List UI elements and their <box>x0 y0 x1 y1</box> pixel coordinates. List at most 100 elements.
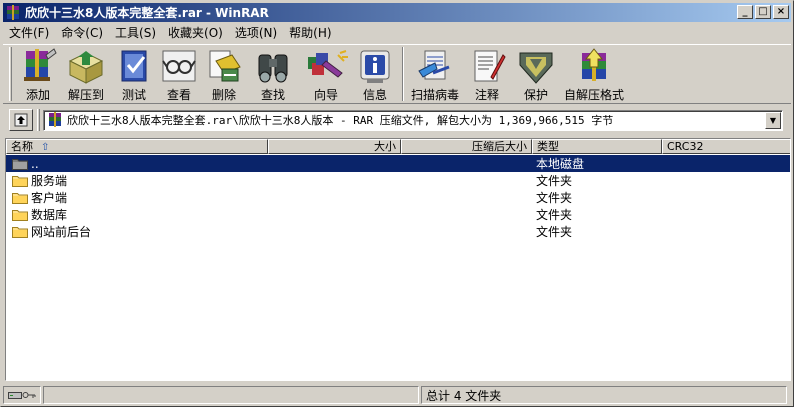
close-button[interactable]: × <box>773 5 789 19</box>
virus-scan-button[interactable]: 扫描病毒 <box>408 45 462 103</box>
row-type-cell: 文件夹 <box>536 225 573 239</box>
table-row[interactable]: 数据库 文件夹 <box>6 206 790 223</box>
menu-file[interactable]: 文件(F) <box>3 24 55 42</box>
menu-commands[interactable]: 命令(C) <box>55 24 109 42</box>
test-label: 测试 <box>121 88 146 102</box>
delete-button[interactable]: 删除 <box>202 45 246 103</box>
menu-tools[interactable]: 工具(S) <box>109 24 162 42</box>
extract-to-button[interactable]: 解压到 <box>61 45 111 103</box>
view-icon <box>162 50 196 82</box>
file-list[interactable]: 名称 ⇧ 大小 压缩后大小 类型 CRC32 .. 本地磁盘 服务端 文件夹 客… <box>5 138 791 381</box>
protect-button[interactable]: 保护 <box>512 45 560 103</box>
view-button[interactable]: 查看 <box>157 45 201 103</box>
protect-label: 保护 <box>523 88 548 102</box>
info-label: 信息 <box>362 88 387 102</box>
drive-icon <box>8 392 22 399</box>
window-title: 欣欣十三水8人版本完整全套.rar - WinRAR <box>25 6 269 20</box>
add-button[interactable]: 添加 <box>16 45 60 103</box>
status-selection-panel <box>43 386 419 404</box>
status-bar: 总计 4 文件夹 <box>3 385 791 405</box>
close-icon: × <box>776 6 786 17</box>
up-arrow-icon <box>14 113 28 127</box>
rar-archive-icon <box>49 112 61 127</box>
column-type-header[interactable]: 类型 <box>532 139 662 154</box>
address-bar: 欣欣十三水8人版本完整全套.rar\欣欣十三水8人版本 - RAR 压缩文件, … <box>3 107 791 133</box>
minimize-button[interactable]: _ <box>737 5 753 19</box>
comment-icon <box>474 50 506 82</box>
folder-icon <box>12 227 28 238</box>
find-button[interactable]: 查找 <box>247 45 299 103</box>
column-crc-header[interactable]: CRC32 <box>662 139 790 154</box>
menu-options[interactable]: 选项(N) <box>229 24 283 42</box>
column-packed-label: 压缩后大小 <box>472 140 527 153</box>
test-icon <box>121 50 147 82</box>
status-drive-panel[interactable] <box>3 386 41 404</box>
extract-to-label: 解压到 <box>67 88 104 102</box>
column-size-header[interactable]: 大小 <box>268 139 401 154</box>
info-icon <box>360 50 390 83</box>
find-label: 查找 <box>260 88 285 102</box>
folder-icon <box>12 193 28 204</box>
row-name: 客户端 <box>31 191 68 205</box>
add-archive-icon <box>24 48 57 81</box>
chevron-down-icon: ▼ <box>769 115 777 125</box>
virus-scan-label: 扫描病毒 <box>410 88 459 102</box>
column-packed-header[interactable]: 压缩后大小 <box>401 139 532 154</box>
address-grip[interactable] <box>37 109 40 131</box>
comment-button[interactable]: 注释 <box>463 45 511 103</box>
delete-label: 删除 <box>211 88 236 102</box>
table-row[interactable]: 网站前后台 文件夹 <box>6 223 790 240</box>
maximize-button[interactable]: □ <box>755 5 771 19</box>
table-row[interactable]: 客户端 文件夹 <box>6 189 790 206</box>
up-one-level-button[interactable] <box>9 109 33 131</box>
sfx-button[interactable]: 自解压格式 <box>561 45 627 103</box>
folder-icon <box>12 176 28 187</box>
menu-help[interactable]: 帮助(H) <box>283 24 337 42</box>
path-combobox[interactable]: 欣欣十三水8人版本完整全套.rar\欣欣十三水8人版本 - RAR 压缩文件, … <box>43 109 783 131</box>
toolbar-separator <box>402 47 404 101</box>
table-row[interactable]: 服务端 文件夹 <box>6 172 790 189</box>
row-name: 数据库 <box>31 208 68 222</box>
row-name: .. <box>31 156 39 171</box>
toolbar: 添加 解压到 测试 查看 删除 查找 向导 信息 扫描病毒 注释 保护 自解压格… <box>3 44 791 104</box>
row-name: 服务端 <box>31 174 68 188</box>
folder-icon <box>12 210 28 221</box>
wizard-button[interactable]: 向导 <box>300 45 352 103</box>
extract-to-icon <box>68 51 104 84</box>
file-rows: .. 本地磁盘 服务端 文件夹 客户端 文件夹 数据库 文件夹 网站前后台 文件… <box>6 155 790 240</box>
column-name-header[interactable]: 名称 ⇧ <box>6 139 268 154</box>
column-type-label: 类型 <box>537 140 559 153</box>
virus-scan-icon <box>418 50 450 80</box>
row-name-cell: 数据库 <box>6 206 268 223</box>
wizard-icon <box>308 50 348 78</box>
column-size-label: 大小 <box>374 140 396 153</box>
title-bar[interactable]: 欣欣十三水8人版本完整全套.rar - WinRAR _ □ × <box>3 3 791 22</box>
table-row[interactable]: .. 本地磁盘 <box>6 155 790 172</box>
row-type-cell: 本地磁盘 <box>536 157 585 171</box>
protect-icon <box>519 52 553 84</box>
sfx-label: 自解压格式 <box>563 88 624 102</box>
row-name-cell: 服务端 <box>6 172 268 189</box>
row-type-cell: 文件夹 <box>536 208 573 222</box>
winrar-app-icon <box>7 4 19 20</box>
test-button[interactable]: 测试 <box>112 45 156 103</box>
column-name-label: 名称 <box>11 140 33 153</box>
menu-favorites[interactable]: 收藏夹(O) <box>162 24 229 42</box>
path-dropdown-button[interactable]: ▼ <box>765 111 781 129</box>
sfx-icon <box>582 48 606 81</box>
row-name: 网站前后台 <box>31 225 92 239</box>
delete-icon <box>209 50 241 82</box>
wizard-label: 向导 <box>313 88 338 102</box>
info-button[interactable]: 信息 <box>353 45 397 103</box>
row-name-cell: 网站前后台 <box>6 223 268 240</box>
row-name-cell: .. <box>6 157 268 171</box>
view-label: 查看 <box>166 88 191 102</box>
add-label: 添加 <box>25 88 50 102</box>
row-name-cell: 客户端 <box>6 189 268 206</box>
key-icon <box>22 392 36 398</box>
status-summary-panel: 总计 4 文件夹 <box>421 386 787 404</box>
toolbar-grip[interactable] <box>9 47 12 101</box>
find-icon <box>258 54 288 83</box>
file-list-header: 名称 ⇧ 大小 压缩后大小 类型 CRC32 <box>6 139 790 154</box>
row-type-cell: 文件夹 <box>536 174 573 188</box>
